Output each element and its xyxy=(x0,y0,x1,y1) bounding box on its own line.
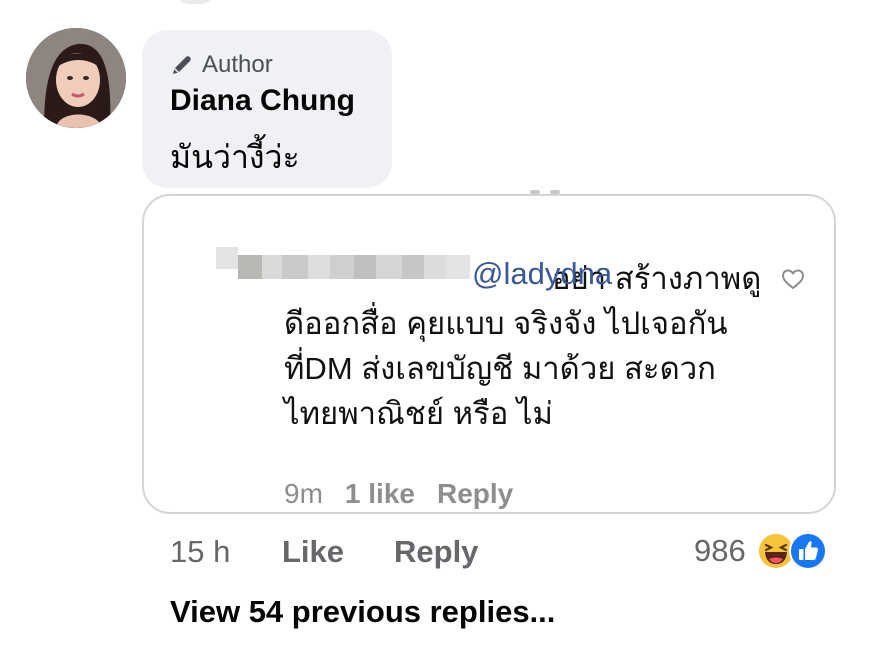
author-badge: Author xyxy=(170,50,273,80)
reaction-summary[interactable]: 986 xyxy=(694,528,828,574)
comment-time[interactable]: 15 h xyxy=(170,534,282,570)
commenter-name[interactable]: Diana Chung xyxy=(170,84,355,118)
avatar-image xyxy=(26,28,126,128)
mention-link[interactable]: @ladydna xyxy=(472,256,612,292)
commenter-avatar[interactable] xyxy=(26,28,126,128)
embedded-reply-likes: 1 like xyxy=(344,478,415,509)
author-badge-label: Author xyxy=(202,51,273,78)
embedded-reply-time: 9m xyxy=(284,478,323,509)
embedded-reply-meta: 9m 1 like Reply xyxy=(284,478,513,510)
reaction-count: 986 xyxy=(694,533,746,568)
heart-icon[interactable] xyxy=(781,268,805,290)
reply-button[interactable]: Reply xyxy=(394,534,478,570)
previous-comment-edge xyxy=(175,0,215,4)
like-button[interactable]: Like xyxy=(282,534,394,570)
pencil-icon xyxy=(173,56,191,74)
comment-text: มันว่างี้ว่ะ xyxy=(170,139,300,175)
embedded-reply-button: Reply xyxy=(436,478,514,509)
view-previous-replies-link[interactable]: View 54 previous replies... xyxy=(170,594,555,630)
comment-actions: 15 h Like Reply xyxy=(170,534,478,570)
like-reaction-icon xyxy=(788,532,827,570)
